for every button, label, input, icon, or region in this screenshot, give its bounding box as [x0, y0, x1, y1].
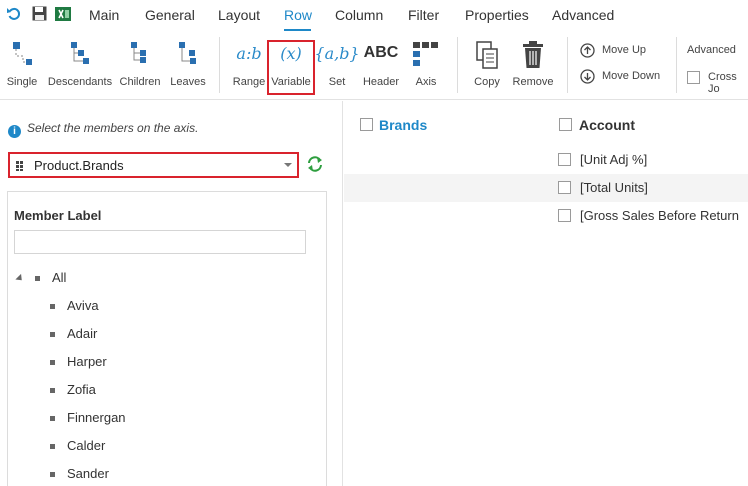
- chevron-down-icon: [284, 163, 292, 167]
- cross-join-label: Cross Jo: [708, 71, 737, 95]
- single-label: Single: [6, 76, 38, 88]
- menu-properties[interactable]: Properties: [465, 7, 529, 23]
- menu-layout[interactable]: Layout: [218, 7, 260, 23]
- table-row: [Gross Sales Before Return: [344, 202, 748, 230]
- account-cell[interactable]: [Gross Sales Before Return: [580, 208, 739, 223]
- account-cell[interactable]: [Total Units]: [580, 180, 648, 195]
- leaves-label: Leaves: [170, 76, 206, 88]
- axis-grid-panel: Brands Account [Unit Adj %] [Total Units…: [344, 101, 748, 486]
- range-label: Range: [232, 76, 266, 88]
- info-icon: i: [8, 125, 21, 138]
- copy-icon: [474, 40, 500, 73]
- row-checkbox[interactable]: [558, 153, 571, 166]
- ribbon-divider: [457, 37, 458, 93]
- tree-node-icon: [50, 472, 55, 477]
- info-message: i Select the members on the axis.: [8, 121, 198, 138]
- tree-item[interactable]: Calder: [67, 438, 105, 453]
- brands-column-checkbox[interactable]: [360, 118, 373, 131]
- info-text: Select the members on the axis.: [27, 121, 199, 135]
- brands-column-header[interactable]: Brands: [379, 117, 427, 133]
- leaves-icon: [177, 40, 199, 73]
- arrow-down-circle-icon: [580, 69, 595, 87]
- save-icon[interactable]: [32, 6, 47, 24]
- tree-item[interactable]: Sander: [67, 466, 109, 481]
- menu-main[interactable]: Main: [89, 7, 119, 23]
- tree-node-icon: [35, 276, 40, 281]
- advanced-group-title: Advanced: [687, 44, 736, 56]
- menu-row[interactable]: Row: [284, 7, 312, 23]
- member-selection-panel: i Select the members on the axis. Product…: [0, 101, 343, 486]
- excel-icon[interactable]: [55, 6, 71, 25]
- descendants-icon: [69, 40, 91, 73]
- axis-label: Axis: [415, 76, 437, 88]
- row-checkbox[interactable]: [558, 209, 571, 222]
- tree-node-icon: [50, 304, 55, 309]
- set-glyph: {a,b}: [314, 44, 360, 63]
- tree-node-icon: [50, 360, 55, 365]
- member-tree-container: Member Label All Aviva Adair Harper Zofi…: [7, 191, 327, 486]
- children-label: Children: [119, 76, 161, 88]
- ribbon-toolbar: Single Descendants Children Leaves a:b R…: [0, 31, 748, 100]
- tree-item[interactable]: Harper: [67, 354, 107, 369]
- range-glyph: a:b: [236, 44, 262, 63]
- set-label: Set: [328, 76, 346, 88]
- children-icon: [129, 40, 151, 73]
- tree-expand-icon[interactable]: [15, 273, 25, 284]
- range-button[interactable]: a:b Range: [230, 31, 268, 100]
- ribbon-divider: [219, 37, 220, 93]
- tree-item[interactable]: Aviva: [67, 298, 99, 313]
- header-label: Header: [362, 76, 400, 88]
- refresh-icon[interactable]: [306, 155, 324, 176]
- tree-root-all[interactable]: All: [52, 270, 66, 285]
- tree-node-icon: [50, 388, 55, 393]
- tree-item[interactable]: Finnergan: [67, 410, 126, 425]
- tree-item[interactable]: Zofia: [67, 382, 96, 397]
- menu-advanced[interactable]: Advanced: [552, 7, 614, 23]
- copy-button[interactable]: Copy: [468, 31, 506, 100]
- ribbon-divider: [567, 37, 568, 93]
- account-column-checkbox[interactable]: [559, 118, 572, 131]
- single-icon: [11, 40, 33, 73]
- dimension-dropdown[interactable]: Product.Brands: [8, 152, 299, 178]
- menu-column[interactable]: Column: [335, 7, 383, 23]
- tree-node-icon: [50, 332, 55, 337]
- menu-filter[interactable]: Filter: [408, 7, 439, 23]
- children-button[interactable]: Children: [118, 31, 162, 100]
- move-down-label: Move Down: [602, 70, 661, 82]
- cross-join-checkbox[interactable]: [687, 71, 700, 84]
- hierarchy-grid-icon: [16, 160, 26, 174]
- header-button[interactable]: ABC Header: [360, 31, 402, 100]
- axis-button[interactable]: Axis: [408, 31, 444, 100]
- arrow-up-circle-icon: [580, 43, 595, 61]
- row-checkbox[interactable]: [558, 181, 571, 194]
- move-up-label: Move Up: [602, 44, 647, 56]
- table-row: [Total Units]: [344, 174, 748, 202]
- table-row: [Unit Adj %]: [344, 146, 748, 174]
- remove-label: Remove: [512, 76, 554, 88]
- variable-highlight: [267, 40, 315, 95]
- leaves-button[interactable]: Leaves: [167, 31, 209, 100]
- remove-button[interactable]: Remove: [511, 31, 555, 100]
- member-label-heading: Member Label: [14, 208, 102, 223]
- descendants-button[interactable]: Descendants: [46, 31, 114, 100]
- axis-icon: [413, 40, 439, 71]
- copy-label: Copy: [474, 76, 500, 88]
- account-column-header[interactable]: Account: [579, 117, 635, 133]
- descendants-label: Descendants: [47, 76, 113, 88]
- header-glyph: ABC: [363, 44, 399, 61]
- tree-node-icon: [50, 444, 55, 449]
- trash-icon: [521, 40, 545, 73]
- tree-node-icon: [50, 416, 55, 421]
- member-search-input[interactable]: [14, 230, 306, 254]
- undo-icon[interactable]: [6, 6, 22, 25]
- ribbon-divider: [676, 37, 677, 93]
- set-button[interactable]: {a,b} Set: [314, 31, 359, 100]
- tree-item[interactable]: Adair: [67, 326, 97, 341]
- account-cell[interactable]: [Unit Adj %]: [580, 152, 647, 167]
- top-menu-bar: Main General Layout Row Column Filter Pr…: [0, 0, 748, 31]
- dropdown-value: Product.Brands: [34, 158, 124, 173]
- menu-general[interactable]: General: [145, 7, 195, 23]
- single-button[interactable]: Single: [2, 31, 42, 100]
